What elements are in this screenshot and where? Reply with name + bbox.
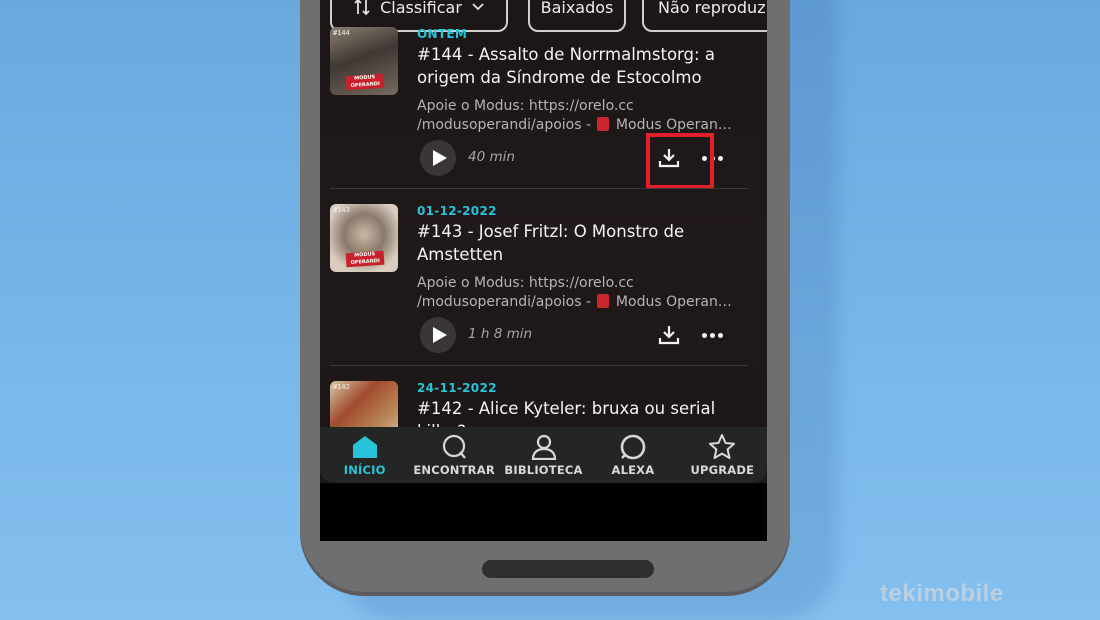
nav-library[interactable]: BIBLIOTECA (499, 427, 588, 483)
app-screen: Classificar Baixados Não reproduzi #144 … (320, 0, 767, 541)
chevron-down-icon (472, 3, 484, 11)
nav-find[interactable]: ENCONTRAR (409, 427, 498, 483)
episode-title[interactable]: #144 - Assalto de Norrmalmstorg: a orige… (417, 43, 747, 89)
sort-label: Classificar (380, 0, 462, 17)
episode-thumbnail: #143 MODUS OPERANDI (330, 204, 398, 272)
more-dot (717, 332, 723, 338)
episode-description: Apoie o Modus: https://orelo.cc /modusop… (417, 274, 737, 312)
screen-bottom-area (320, 483, 767, 541)
star-icon (709, 434, 736, 459)
nav-find-label: ENCONTRAR (413, 463, 495, 477)
thumb-number: #144 (333, 29, 350, 37)
bottom-navigation: INÍCIO ENCONTRAR BIBLIOTECA ALEXA UPGRAD… (320, 427, 767, 483)
book-icon (597, 294, 610, 308)
episode-thumbnail: #144 MODUS OPERANDI (330, 27, 398, 95)
phone-frame: Classificar Baixados Não reproduzi #144 … (300, 0, 790, 596)
nav-home-label: INÍCIO (343, 463, 386, 477)
more-options-button[interactable] (697, 320, 727, 350)
search-icon (443, 434, 466, 459)
phone-home-button (482, 560, 654, 578)
thumb-stamp: MODUS OPERANDI (345, 73, 385, 91)
person-icon (531, 434, 556, 460)
more-dot (709, 332, 715, 338)
play-icon (432, 327, 447, 343)
episode-controls: 1 h 8 min (417, 314, 747, 354)
play-icon (432, 150, 447, 166)
filter-downloaded-label: Baixados (540, 0, 614, 17)
thumb-stamp: MODUS OPERANDI (345, 250, 385, 268)
highlight-box (646, 133, 714, 189)
desc-line-1: Apoie o Modus: https://orelo.cc (417, 275, 634, 291)
filter-downloaded[interactable]: Baixados (528, 0, 626, 32)
desc-line-2: /modusoperandi/apoios - Modus Operan… (417, 294, 732, 310)
episode-title[interactable]: #143 - Josef Fritzl: O Monstro de Amstet… (417, 220, 747, 266)
home-icon (352, 436, 377, 458)
sort-icon (354, 0, 370, 16)
book-icon (597, 117, 610, 131)
filter-unplayed[interactable]: Não reproduzi (642, 0, 767, 32)
episode-date: ONTEM (417, 27, 468, 41)
episode-controls: 40 min (417, 133, 747, 189)
divider (330, 188, 748, 189)
filter-unplayed-label: Não reproduzi (658, 0, 767, 17)
nav-alexa[interactable]: ALEXA (588, 427, 677, 483)
episode-date: 24-11-2022 (417, 381, 497, 395)
download-icon (658, 326, 680, 345)
more-dot (701, 332, 707, 338)
episode-duration: 40 min (468, 149, 515, 165)
desc-line-1: Apoie o Modus: https://orelo.cc (417, 98, 634, 114)
nav-home[interactable]: INÍCIO (320, 427, 409, 483)
episode-duration: 1 h 8 min (468, 326, 533, 342)
more-dot (717, 155, 723, 161)
nav-upgrade[interactable]: UPGRADE (678, 427, 767, 483)
watermark: tekimobile (880, 580, 1004, 607)
nav-upgrade-label: UPGRADE (690, 463, 755, 477)
divider (330, 365, 748, 366)
thumb-number: #143 (333, 206, 350, 214)
play-button[interactable] (420, 140, 456, 176)
episode-date: 01-12-2022 (417, 204, 497, 218)
alexa-ring-icon (620, 434, 646, 460)
nav-alexa-label: ALEXA (611, 463, 655, 477)
nav-library-label: BIBLIOTECA (504, 463, 583, 477)
download-button[interactable] (654, 320, 684, 350)
thumb-number: #142 (333, 383, 350, 391)
play-button[interactable] (420, 317, 456, 353)
episode-description: Apoie o Modus: https://orelo.cc /modusop… (417, 97, 737, 135)
